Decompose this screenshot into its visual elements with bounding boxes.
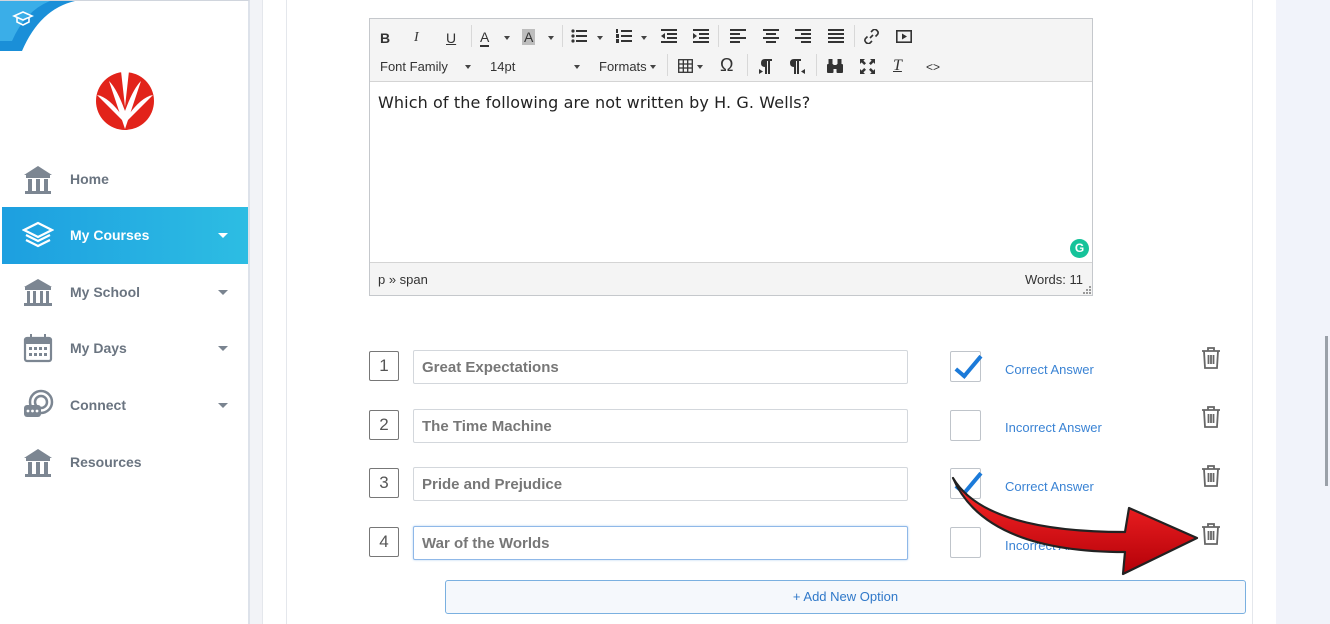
connect-icon bbox=[24, 389, 54, 417]
trash-icon[interactable] bbox=[1200, 405, 1222, 429]
option-number: 1 bbox=[369, 351, 399, 381]
answer-status-link[interactable]: Incorrect Answer bbox=[1005, 538, 1102, 553]
sidebar-item-label: My School bbox=[70, 284, 141, 300]
calendar-icon bbox=[23, 334, 53, 363]
align-center-icon[interactable] bbox=[763, 29, 779, 43]
chevron-down-icon bbox=[218, 233, 228, 238]
paragraph-icon[interactable] bbox=[790, 59, 805, 74]
add-new-option-button[interactable]: + Add New Option bbox=[445, 580, 1246, 614]
chevron-down-icon bbox=[218, 290, 228, 295]
italic-button[interactable]: I bbox=[414, 29, 419, 47]
ltr-icon[interactable] bbox=[759, 59, 773, 74]
toolbar-separator bbox=[747, 54, 748, 76]
editor-content[interactable]: Which of the following are not written b… bbox=[370, 82, 1092, 262]
chevron-down-icon bbox=[465, 65, 471, 69]
background-color-button[interactable]: A bbox=[522, 29, 536, 45]
toolbar-separator bbox=[718, 25, 719, 47]
trash-icon[interactable] bbox=[1200, 346, 1222, 370]
sidebar: Home My Courses My School My Days Connec… bbox=[0, 0, 250, 624]
answer-status-link[interactable]: Incorrect Answer bbox=[1005, 420, 1102, 435]
grammarly-icon[interactable]: G bbox=[1070, 239, 1089, 258]
correct-answer-checkbox[interactable] bbox=[950, 410, 981, 441]
option-input[interactable]: Pride and Prejudice bbox=[413, 467, 908, 501]
option-number: 2 bbox=[369, 410, 399, 440]
chevron-down-icon bbox=[641, 36, 647, 40]
chevron-down-icon bbox=[574, 65, 580, 69]
table-icon[interactable] bbox=[678, 59, 693, 73]
sidebar-item-my-school[interactable]: My School bbox=[2, 264, 248, 321]
chevron-down-icon bbox=[548, 36, 554, 40]
resources-icon bbox=[24, 449, 52, 477]
trash-icon[interactable] bbox=[1200, 464, 1222, 488]
sidebar-item-label: Resources bbox=[70, 454, 142, 470]
resize-handle-icon[interactable] bbox=[1083, 286, 1091, 294]
option-number: 4 bbox=[369, 527, 399, 557]
underline-button[interactable]: U bbox=[446, 29, 456, 47]
correct-answer-checkbox[interactable] bbox=[950, 527, 981, 558]
answer-status-link[interactable]: Correct Answer bbox=[1005, 362, 1094, 377]
sidebar-item-label: Connect bbox=[70, 397, 126, 413]
indent-icon[interactable] bbox=[693, 29, 709, 43]
option-input[interactable]: The Time Machine bbox=[413, 409, 908, 443]
chevron-down-icon bbox=[218, 346, 228, 351]
answer-status-link[interactable]: Correct Answer bbox=[1005, 479, 1094, 494]
source-code-button[interactable]: <> bbox=[926, 58, 940, 76]
sidebar-item-resources[interactable]: Resources bbox=[2, 434, 248, 491]
font-family-select[interactable]: Font Family bbox=[380, 59, 448, 75]
bullet-list-icon[interactable] bbox=[571, 29, 587, 43]
sidebar-item-home[interactable]: Home bbox=[2, 151, 248, 208]
toolbar-separator bbox=[816, 54, 817, 76]
home-icon bbox=[24, 166, 52, 194]
sidebar-item-label: My Courses bbox=[70, 227, 150, 243]
correct-answer-checkbox[interactable] bbox=[950, 468, 981, 499]
sidebar-item-my-days[interactable]: My Days bbox=[2, 320, 248, 377]
special-character-button[interactable]: Ω bbox=[720, 56, 733, 74]
toolbar-separator bbox=[562, 25, 563, 47]
numbered-list-icon[interactable] bbox=[616, 29, 632, 43]
option-input[interactable]: Great Expectations bbox=[413, 350, 908, 384]
find-replace-icon[interactable] bbox=[827, 59, 843, 73]
sidebar-item-label: My Days bbox=[70, 340, 127, 356]
text-color-button[interactable]: A bbox=[480, 29, 490, 47]
sidebar-item-my-courses[interactable]: My Courses bbox=[2, 207, 248, 264]
toolbar-separator bbox=[667, 54, 668, 76]
toolbar-separator bbox=[471, 25, 472, 47]
school-icon bbox=[24, 279, 52, 306]
media-icon[interactable] bbox=[896, 30, 912, 43]
align-right-icon[interactable] bbox=[795, 29, 811, 43]
school-logo bbox=[96, 69, 154, 130]
bold-button[interactable]: B bbox=[380, 29, 390, 47]
chevron-down-icon bbox=[218, 403, 228, 408]
clear-formatting-button[interactable]: T bbox=[893, 57, 902, 75]
sidebar-item-connect[interactable]: Connect bbox=[2, 377, 248, 434]
editor-toolbar: B I U A A Font Family 14pt Formats Ω T <… bbox=[370, 19, 1092, 82]
rich-text-editor[interactable]: B I U A A Font Family 14pt Formats Ω T <… bbox=[369, 18, 1093, 296]
trash-icon[interactable] bbox=[1200, 522, 1222, 546]
scrollbar-thumb[interactable] bbox=[1325, 336, 1328, 486]
link-icon[interactable] bbox=[864, 29, 879, 44]
editor-statusbar: p » span Words: 11 bbox=[370, 262, 1092, 295]
element-path: p » span bbox=[378, 272, 428, 287]
word-count: Words: 11 bbox=[1024, 272, 1083, 287]
formats-select[interactable]: Formats bbox=[599, 59, 647, 75]
outdent-icon[interactable] bbox=[661, 29, 677, 43]
correct-answer-checkbox[interactable] bbox=[950, 351, 981, 382]
align-left-icon[interactable] bbox=[730, 29, 746, 43]
corner-ribbon-icon bbox=[0, 1, 75, 51]
option-number: 3 bbox=[369, 468, 399, 498]
courses-icon bbox=[22, 221, 54, 248]
sidebar-item-label: Home bbox=[70, 171, 109, 187]
fullscreen-icon[interactable] bbox=[860, 59, 875, 74]
toolbar-separator bbox=[854, 25, 855, 47]
chevron-down-icon bbox=[650, 65, 656, 69]
chevron-down-icon bbox=[697, 65, 703, 69]
chevron-down-icon bbox=[504, 36, 510, 40]
align-justify-icon[interactable] bbox=[828, 29, 844, 43]
option-input[interactable]: War of the Worlds bbox=[413, 526, 908, 560]
font-size-select[interactable]: 14pt bbox=[490, 59, 515, 75]
chevron-down-icon bbox=[597, 36, 603, 40]
right-gutter bbox=[1276, 0, 1330, 624]
